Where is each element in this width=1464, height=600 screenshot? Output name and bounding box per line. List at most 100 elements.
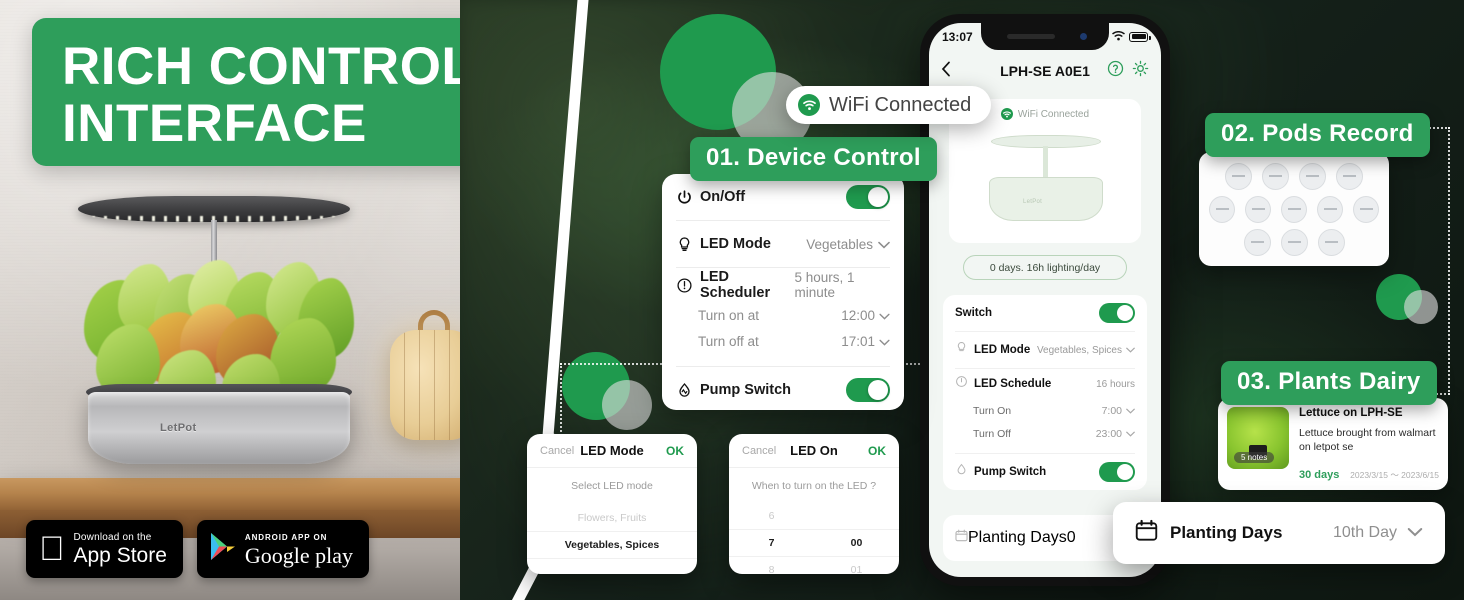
planting-days-bar[interactable]: Planting Days 10th Day [1113, 502, 1445, 564]
turn-on-value: 12:00 [841, 307, 875, 323]
turn-off-value-group[interactable]: 17:01 [841, 334, 890, 349]
planting-days-value-group[interactable]: 10th Day [1333, 524, 1423, 542]
phone-led-schedule-value: 16 hours [1096, 378, 1135, 390]
phone-led-schedule-label: LED Schedule [974, 378, 1052, 390]
minus-icon [1287, 208, 1301, 210]
led-mode-option-prev[interactable]: Flowers, Fruits [527, 498, 697, 531]
help-icon[interactable] [1107, 60, 1124, 82]
phone-pump-toggle[interactable] [1099, 462, 1135, 482]
led-on-ok-button[interactable]: OK [868, 444, 886, 458]
led-mode-ok-button[interactable]: OK [666, 444, 684, 458]
apple-icon:  [39, 532, 65, 566]
phone-row-pump[interactable]: Pump Switch [955, 454, 1135, 490]
device-control-card: On/Off LED Mode Vegetables LED Scheduler… [662, 174, 904, 410]
turn-off-label: Turn off at [698, 333, 759, 349]
chevron-down-icon [1126, 428, 1135, 440]
turn-on-value-group[interactable]: 12:00 [841, 308, 890, 323]
pod-slot[interactable] [1281, 195, 1307, 223]
device-illustration: LetPot [977, 133, 1113, 233]
led-on-hour-selected[interactable]: 7 [729, 529, 814, 557]
status-time: 13:07 [942, 29, 973, 44]
control-row-led-scheduler: LED Scheduler 5 hours, 1 minute [676, 268, 890, 302]
phone-control-list: Switch LED Mode Vegetables, Spices LED S… [943, 295, 1147, 490]
phone-row-led-mode[interactable]: LED Mode Vegetables, Spices [955, 332, 1135, 368]
control-row-led-mode[interactable]: LED Mode Vegetables [676, 221, 890, 267]
phone-row-led-schedule: LED Schedule 16 hours [955, 369, 1135, 399]
control-row-pump[interactable]: Pump Switch [676, 367, 890, 413]
pod-slot[interactable] [1353, 195, 1379, 223]
diary-description: Lettuce brought from walmart on letpot s… [1299, 427, 1436, 453]
control-row-turn-off[interactable]: Turn off at 17:01 [676, 328, 890, 354]
wifi-connected-label: WiFi Connected [829, 93, 972, 116]
pod-slot[interactable] [1336, 162, 1363, 190]
diary-date-range: 2023/3/15 ～ 2023/6/15 [1350, 470, 1439, 480]
phone-switch-toggle[interactable] [1099, 303, 1135, 323]
plants-diary-card[interactable]: 5 notes Lettuce on LPH-SE Lettuce brough… [1218, 398, 1448, 490]
wifi-icon [1112, 28, 1125, 46]
wifi-icon [798, 94, 820, 116]
pump-toggle[interactable] [846, 378, 890, 402]
pod-slot[interactable] [1243, 228, 1271, 256]
hero-title-line-2: INTERFACE [62, 94, 367, 153]
led-on-hour-next[interactable]: 8 [729, 557, 814, 574]
led-on-minute-selected[interactable]: 00 [814, 529, 899, 557]
phone-row-turn-on[interactable]: Turn On 7:00 [955, 399, 1135, 422]
pod-slot[interactable] [1299, 162, 1326, 190]
led-on-wheel-selected: 7 00 [729, 529, 899, 557]
chevron-down-icon [879, 334, 890, 349]
phone-led-mode-value-group[interactable]: Vegetables, Spices [1037, 345, 1135, 356]
chevron-down-icon [1126, 405, 1135, 417]
phone-row-turn-off[interactable]: Turn Off 23:00 [955, 422, 1135, 445]
phone-turn-off-value-group[interactable]: 23:00 [1096, 428, 1135, 440]
section-label-pods-record: 02. Pods Record [1205, 113, 1430, 157]
planter-base [88, 392, 350, 464]
calendar-icon [1135, 519, 1158, 547]
minus-icon [1215, 208, 1229, 210]
pod-slot[interactable] [1317, 228, 1345, 256]
battery-icon [1129, 31, 1151, 42]
chevron-left-icon[interactable] [941, 61, 951, 82]
pod-slot[interactable] [1225, 162, 1252, 190]
phone-led-mode-value: Vegetables, Spices [1036, 344, 1122, 356]
app-store-button[interactable]:  Download on the App Store [26, 520, 183, 578]
led-on-picker-header: Cancel LED On OK [729, 434, 899, 468]
gear-icon[interactable] [1132, 60, 1149, 82]
planter-brand-logo: LetPot [160, 422, 197, 434]
phone-turn-on-label: Turn On [973, 404, 1012, 417]
led-on-prompt: When to turn on the LED ? [751, 480, 877, 492]
earpiece-speaker [1007, 34, 1055, 39]
led-scheduler-value: 5 hours, 1 minute [794, 270, 855, 300]
pod-slot[interactable] [1262, 162, 1289, 190]
front-camera [1080, 33, 1087, 40]
device-logo: LetPot [1023, 199, 1043, 205]
onoff-toggle[interactable] [846, 185, 890, 209]
decor-circle-gray-2 [602, 380, 652, 430]
phone-led-mode-label: LED Mode [974, 344, 1031, 356]
pod-slot[interactable] [1245, 195, 1271, 223]
phone-row-switch[interactable]: Switch [955, 295, 1135, 331]
pod-row [1209, 162, 1379, 190]
pod-slot[interactable] [1317, 195, 1343, 223]
planting-days-label: Planting Days [1170, 523, 1283, 542]
onoff-label: On/Off [700, 189, 746, 205]
section-label-device-control: 01. Device Control [690, 137, 937, 181]
pod-slot[interactable] [1209, 195, 1235, 223]
google-play-main: Google play [219, 542, 353, 568]
diary-days-count: 30 days [1299, 469, 1340, 481]
led-on-wheel-prev: 6 [729, 498, 899, 529]
wifi-connected-badge: WiFi Connected [786, 86, 992, 124]
connector-dots-right-vertical [1448, 127, 1450, 395]
google-play-button[interactable]: ANDROID APP ON Google play [196, 520, 370, 578]
pod-slot[interactable] [1280, 228, 1308, 256]
power-icon [676, 189, 693, 206]
led-mode-value-group[interactable]: Vegetables [806, 237, 890, 252]
led-mode-option-selected[interactable]: Vegetables, Spices [527, 531, 697, 559]
led-on-minute-next[interactable]: 01 [814, 557, 899, 574]
device-pole [1043, 146, 1048, 178]
led-on-hour-prev[interactable]: 6 [729, 498, 814, 529]
minus-icon [1324, 241, 1338, 243]
diary-plant-thumbnail: 5 notes [1227, 407, 1289, 469]
phone-turn-on-value-group[interactable]: 7:00 [1102, 405, 1135, 417]
diary-notes-badge: 5 notes [1234, 452, 1275, 463]
control-row-turn-on[interactable]: Turn on at 12:00 [676, 302, 890, 328]
